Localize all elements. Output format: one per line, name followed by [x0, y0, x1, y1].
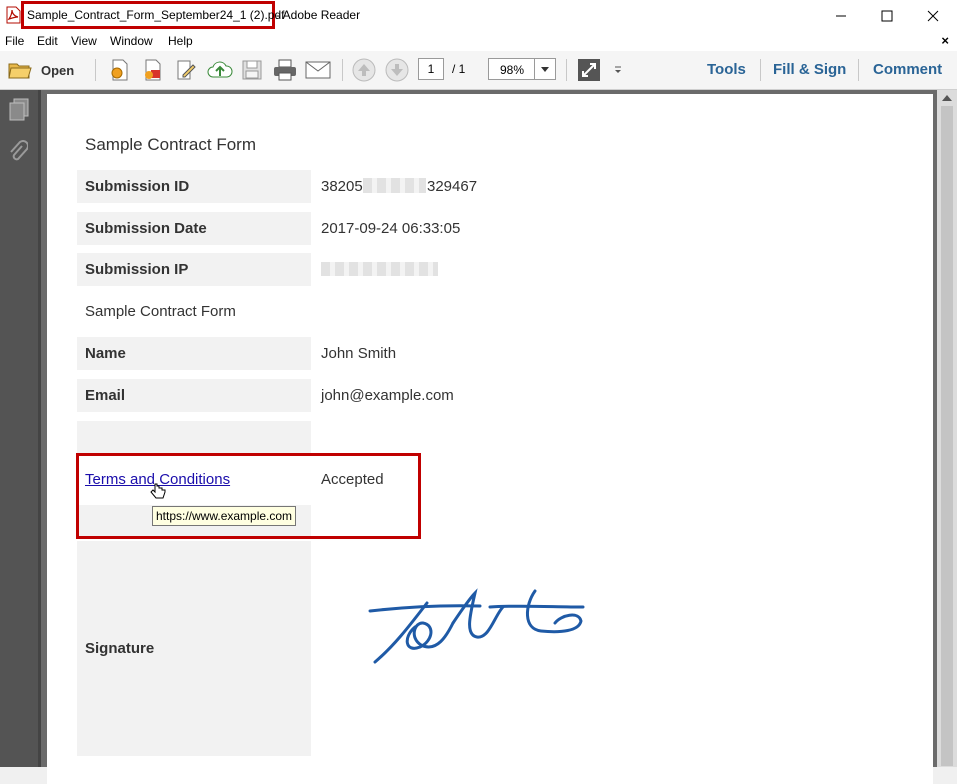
printer-icon — [274, 59, 296, 81]
submission-date-label: Submission Date — [77, 212, 311, 245]
submission-id-value-prefix: 38205 — [321, 178, 363, 195]
section-title: Sample Contract Form — [85, 303, 236, 320]
toolbar-separator — [566, 59, 567, 81]
expand-arrows-icon — [578, 59, 600, 81]
link-url-tooltip: https://www.example.com — [152, 506, 297, 526]
menu-bar: File Edit View Window Help × — [0, 31, 957, 51]
arrow-down-circle-icon — [385, 58, 409, 82]
name-label-text: Name — [85, 345, 126, 362]
email-button[interactable] — [305, 58, 331, 82]
redacted-ip-region — [321, 262, 438, 276]
toolbar-separator — [858, 59, 859, 81]
submission-id-value-suffix: 329467 — [427, 178, 478, 195]
toolbar: Open 1 / 1 98% Tools Fill & Sign Comment — [0, 51, 957, 90]
submission-id-label-text: Submission ID — [85, 178, 190, 195]
more-tools-dropdown[interactable] — [613, 58, 623, 82]
open-label: Open — [41, 62, 75, 78]
signature-image — [368, 588, 585, 664]
window-title-app: - Adobe Reader — [276, 8, 361, 22]
chevron-down-icon — [615, 66, 621, 73]
close-document-button[interactable]: × — [941, 33, 949, 48]
close-window-button[interactable] — [910, 0, 956, 31]
create-pdf-button[interactable] — [108, 58, 132, 82]
export-pdf-button[interactable] — [141, 58, 165, 82]
page-number-input[interactable]: 1 — [418, 58, 444, 80]
save-disk-icon — [242, 60, 262, 80]
menu-help[interactable]: Help — [168, 34, 193, 48]
minimize-button[interactable] — [818, 0, 864, 31]
envelope-icon — [305, 61, 331, 79]
name-value: John Smith — [321, 345, 397, 362]
print-button[interactable] — [273, 58, 297, 82]
create-pdf-icon — [111, 59, 128, 81]
menu-edit[interactable]: Edit — [37, 34, 58, 48]
toolbar-separator — [95, 59, 96, 81]
email-value: john@example.com — [321, 387, 454, 404]
submission-ip-label: Submission IP — [77, 253, 311, 286]
cloud-upload-icon — [207, 61, 233, 78]
export-pdf-icon — [145, 59, 161, 81]
next-page-button[interactable] — [385, 58, 409, 82]
comment-pane-button[interactable]: Comment — [873, 61, 942, 78]
save-button[interactable] — [241, 58, 263, 82]
attachments-paperclip-icon[interactable] — [8, 140, 28, 164]
page-thumbnails-icon[interactable] — [8, 98, 30, 122]
signature-label-text: Signature — [85, 640, 155, 657]
maximize-button[interactable] — [864, 0, 910, 31]
page-total: / 1 — [452, 62, 466, 76]
hand-pointer-cursor-icon — [150, 483, 166, 499]
submission-id-label: Submission ID — [77, 170, 311, 203]
pencil-document-icon — [177, 60, 196, 80]
toolbar-separator — [342, 59, 343, 81]
scrollbar-thumb[interactable] — [941, 106, 953, 766]
close-icon — [927, 10, 939, 21]
chevron-down-icon — [541, 66, 549, 72]
fit-page-button[interactable] — [577, 58, 601, 82]
edit-pdf-button[interactable] — [174, 58, 198, 82]
fill-sign-pane-button[interactable]: Fill & Sign — [773, 61, 846, 78]
blank-row-label — [77, 421, 311, 454]
title-bar: Sample_Contract_Form_September24_1 (2).p… — [0, 0, 957, 31]
email-label: Email — [77, 379, 311, 412]
maximize-icon — [881, 10, 893, 21]
upload-cloud-button[interactable] — [207, 58, 233, 82]
name-label: Name — [77, 337, 311, 370]
zoom-select[interactable]: 98% — [488, 58, 556, 80]
adobe-pdf-icon — [6, 6, 21, 24]
minimize-icon — [836, 15, 846, 16]
navigation-panel — [0, 90, 41, 767]
tools-pane-button[interactable]: Tools — [707, 61, 746, 78]
email-label-text: Email — [85, 387, 126, 404]
form-title: Sample Contract Form — [85, 135, 256, 154]
zoom-dropdown-arrow[interactable] — [534, 59, 555, 79]
menu-file[interactable]: File — [5, 34, 24, 48]
menu-view[interactable]: View — [71, 34, 97, 48]
zoom-value: 98% — [500, 63, 525, 77]
submission-date-label-text: Submission Date — [85, 220, 207, 237]
signature-label: Signature — [77, 541, 311, 756]
previous-page-button[interactable] — [352, 58, 376, 82]
window-title-filename: Sample_Contract_Form_September24_1 (2).p… — [27, 8, 285, 22]
menu-window[interactable]: Window — [110, 34, 153, 48]
terms-highlight-box — [76, 453, 421, 539]
open-button[interactable]: Open — [8, 58, 74, 82]
scroll-up-arrow-icon[interactable] — [942, 95, 952, 101]
submission-date-value: 2017-09-24 06:33:05 — [321, 220, 461, 237]
arrow-up-circle-icon — [352, 58, 376, 82]
folder-icon — [8, 63, 32, 79]
toolbar-separator — [760, 59, 761, 81]
submission-ip-label-text: Submission IP — [85, 261, 189, 278]
vertical-scrollbar[interactable] — [937, 90, 957, 767]
redacted-region — [363, 178, 426, 193]
